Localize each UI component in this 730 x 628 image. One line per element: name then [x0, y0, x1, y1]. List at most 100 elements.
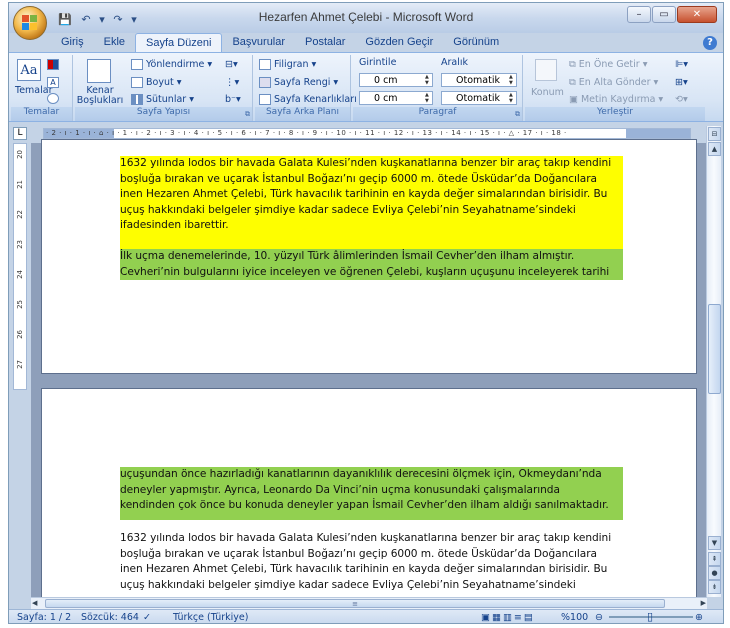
group-sayfa-yapisi: Kenar Boşlukları Yönlendirme ▾ Boyut ▾ Süt…	[75, 55, 253, 121]
scroll-down-icon[interactable]: ▼	[708, 536, 721, 550]
breaks-icon[interactable]: ⊟▾	[225, 59, 238, 70]
ruler-toggle-icon[interactable]: ⊟	[708, 127, 721, 141]
margins-icon[interactable]	[87, 59, 111, 83]
language-indicator[interactable]: Türkçe (Türkiye)	[173, 612, 248, 623]
scroll-up-icon[interactable]: ▲	[708, 142, 721, 156]
size-button[interactable]: Boyut ▾	[131, 77, 181, 88]
window-title: Hezarfen Ahmet Çelebi - Microsoft Word	[258, 10, 474, 24]
scroll-thumb[interactable]: ≡	[45, 599, 665, 608]
rotate-icon[interactable]: ⟲▾	[675, 94, 688, 105]
group-sayfa-arka-plani: Filigran ▾ Sayfa Rengi ▾ Sayfa Kenarlıklar…	[255, 55, 357, 121]
dialog-launcher-icon[interactable]: ⧉	[245, 110, 250, 119]
horizontal-scrollbar[interactable]: ◀ ≡ ▶	[31, 597, 707, 609]
page-borders-button[interactable]: Sayfa Kenarlıkları	[259, 94, 357, 105]
text-line: İlk uçma denemelerinde, 10. yüzyıl Türk …	[120, 250, 575, 262]
paragraph-yellow[interactable]: 1632 yılında lodos bir havada Galata Kul…	[120, 156, 623, 249]
line-numbers-icon[interactable]: ⋮▾	[225, 77, 239, 88]
theme-effects-icon[interactable]	[47, 93, 59, 104]
tab-postalar[interactable]: Postalar	[295, 33, 355, 53]
group-label: Temalar	[11, 107, 72, 121]
hyphenation-icon[interactable]: b⁻▾	[225, 94, 241, 105]
text-line: inen Hezaren Ahmet Çelebi, Türk havacılı…	[120, 188, 608, 200]
ruler-tick: 21	[16, 180, 24, 189]
scroll-thumb[interactable]	[708, 304, 721, 394]
text-line: uçuş hakkındaki belgeler şimdiye kadar s…	[120, 578, 576, 591]
minimize-button[interactable]: –	[627, 6, 651, 23]
word-window: 💾 ↶ ▾ ↷ ▾ Hezarfen Ahmet Çelebi - Micros…	[8, 2, 724, 624]
zoom-in-icon[interactable]: ⊕	[695, 612, 703, 623]
zoom-level[interactable]: %100	[561, 612, 588, 623]
page-count[interactable]: Sayfa: 1 / 2	[17, 612, 71, 623]
theme-fonts-icon[interactable]: A	[47, 77, 59, 88]
close-button[interactable]: ✕	[677, 6, 717, 23]
themes-icon[interactable]: Aa	[17, 59, 41, 81]
text-line: uçuş hakkındaki belgeler şimdiye kadar s…	[120, 203, 576, 216]
position-icon[interactable]	[535, 59, 557, 81]
view-buttons[interactable]: ▣▦▥≡▤	[481, 612, 535, 623]
title-bar: 💾 ↶ ▾ ↷ ▾ Hezarfen Ahmet Çelebi - Micros…	[9, 3, 723, 40]
paragraph-white[interactable]: 1632 yılında lodos bir havada Galata Kul…	[120, 531, 623, 593]
text-line: kendinden çok önce bu konuda deneyler ya…	[120, 499, 609, 511]
text-line: Cevheri’nin bulgularını iyice inceleyen …	[120, 265, 610, 278]
group-yerlestir: Konum ⧉ En Öne Getir ▾ ⧉ En Alta Gönder ▾ ▣ M…	[525, 55, 705, 121]
ribbon: Aa Temalar A Temalar Kenar Boşlukları Yö…	[9, 52, 723, 122]
scroll-right-icon[interactable]: ▶	[701, 599, 706, 607]
tab-basvurular[interactable]: Başvurular	[222, 33, 295, 53]
group-temalar: Aa Temalar A Temalar	[11, 55, 73, 121]
document-area[interactable]: 1632 yılında lodos bir havada Galata Kul…	[31, 139, 707, 603]
page-1[interactable]: 1632 yılında lodos bir havada Galata Kul…	[41, 139, 697, 374]
window-controls: – ▭ ✕	[627, 6, 717, 23]
zoom-out-icon[interactable]: ⊖	[595, 612, 603, 623]
next-page-icon[interactable]: ⇟	[708, 580, 721, 594]
tab-gorunum[interactable]: Görünüm	[443, 33, 509, 53]
dialog-launcher-icon[interactable]: ⧉	[515, 110, 520, 119]
spacing-before-input[interactable]: Otomatik	[441, 73, 517, 87]
left-indent-input[interactable]: 0 cm	[359, 73, 433, 87]
browse-object-icon[interactable]: ●	[708, 566, 721, 580]
zoom-slider-thumb[interactable]: ▯	[647, 610, 653, 623]
orientation-button[interactable]: Yönlendirme ▾	[131, 59, 212, 70]
tab-ekle[interactable]: Ekle	[94, 33, 135, 53]
group-objects-icon[interactable]: ⊞▾	[675, 77, 688, 88]
previous-page-icon[interactable]: ⇞	[708, 552, 721, 566]
size-icon	[131, 77, 143, 88]
word-count[interactable]: Sözcük: 464	[81, 612, 139, 623]
paragraph-green[interactable]: İlk uçma denemelerinde, 10. yüzyıl Türk …	[120, 249, 623, 280]
ruler-tick: 23	[16, 240, 24, 249]
align-icon[interactable]: ⊫▾	[675, 59, 688, 70]
ribbon-tabs: Giriş Ekle Sayfa Düzeni Başvurular Posta…	[51, 33, 509, 53]
paragraph-green[interactable]: uçuşundan önce hazırladığı kanatlarının …	[120, 467, 623, 520]
text-line: ifadesinden ibarettir.	[120, 219, 229, 231]
help-icon[interactable]: ?	[703, 36, 717, 50]
status-bar: Sayfa: 1 / 2 Sözcük: 464 ✓ Türkçe (Türki…	[9, 609, 723, 623]
text-line: 1632 yılında lodos bir havada Galata Kul…	[120, 157, 612, 169]
horizontal-ruler[interactable]: · 2 · ı · 1 · ı · ⌂ · ı · 1 · ı · 2 · ı …	[43, 128, 691, 139]
watermark-button[interactable]: Filigran ▾	[259, 59, 316, 70]
proofing-icon[interactable]: ✓	[143, 612, 151, 623]
group-label: Yerleştir	[525, 107, 705, 121]
tab-gozden-gecir[interactable]: Gözden Geçir	[355, 33, 443, 53]
maximize-button[interactable]: ▭	[652, 6, 676, 23]
send-to-back-button[interactable]: ⧉ En Alta Gönder ▾	[569, 77, 658, 88]
position-button[interactable]: Konum	[531, 87, 564, 98]
theme-colors-icon[interactable]	[47, 59, 59, 70]
ruler-tick: 20	[16, 150, 24, 159]
vertical-ruler[interactable]: 20 21 22 23 24 25 26 27	[13, 143, 27, 390]
watermark-icon	[259, 59, 271, 70]
tab-selector-icon[interactable]: L	[13, 127, 27, 140]
tab-giris[interactable]: Giriş	[51, 33, 94, 53]
office-logo-icon	[22, 15, 38, 31]
scroll-left-icon[interactable]: ◀	[32, 599, 37, 607]
tab-sayfa-duzeni[interactable]: Sayfa Düzeni	[135, 33, 223, 53]
columns-button[interactable]: Sütunlar ▾	[131, 94, 194, 105]
text-wrap-button[interactable]: ▣ Metin Kaydırma ▾	[569, 94, 663, 105]
margins-button[interactable]: Kenar Boşlukları	[75, 86, 125, 106]
page-2[interactable]: uçuşundan önce hazırladığı kanatlarının …	[41, 388, 697, 603]
ruler-tick: 22	[16, 210, 24, 219]
vertical-scrollbar[interactable]: ⊟ ▲ ▼ ⇞ ● ⇟	[706, 126, 721, 597]
right-indent-input[interactable]: 0 cm	[359, 91, 433, 105]
office-button[interactable]	[13, 6, 47, 40]
spacing-after-input[interactable]: Otomatik	[441, 91, 517, 105]
page-color-button[interactable]: Sayfa Rengi ▾	[259, 77, 338, 88]
bring-to-front-button[interactable]: ⧉ En Öne Getir ▾	[569, 59, 647, 70]
